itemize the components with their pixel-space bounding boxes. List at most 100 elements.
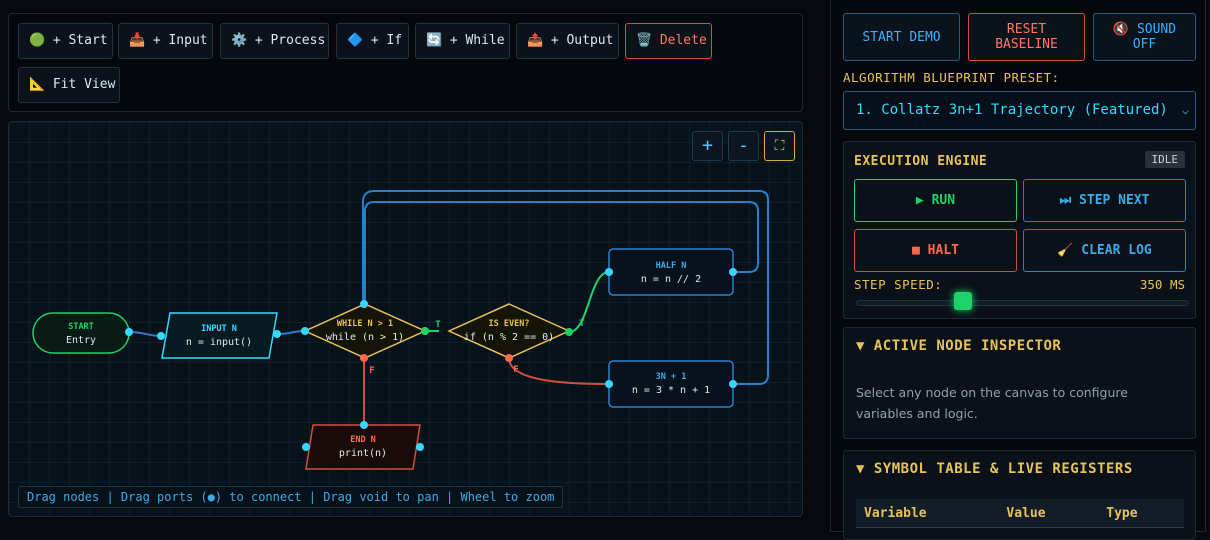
execution-engine-panel: EXECUTION ENGINE IDLE ▶ RUN ⏭ STEP NEXT …	[843, 141, 1196, 319]
inbox-tray-icon: 📥	[129, 33, 146, 48]
reset-baseline-label: RESET BASELINE	[995, 22, 1058, 52]
node-half-title: HALF N	[656, 261, 687, 271]
node-end[interactable]	[305, 424, 421, 470]
node-start[interactable]	[32, 312, 130, 354]
node-half[interactable]	[608, 248, 734, 296]
fit-view-label: Fit View	[52, 77, 116, 92]
node-while[interactable]	[303, 303, 427, 359]
node-if-title: IS EVEN?	[489, 319, 530, 329]
node-start-title: START	[68, 322, 94, 332]
edge-label-while-false: F	[369, 366, 374, 376]
edge-if-half	[568, 271, 610, 333]
port-end-right[interactable]	[416, 443, 424, 451]
edge-input-while	[276, 330, 305, 335]
step-speed-label: STEP SPEED:	[854, 277, 943, 292]
port-input-out[interactable]	[273, 330, 281, 338]
edge-label-if-true: T	[579, 319, 585, 329]
add-process-button[interactable]: ⚙️ + Process	[220, 23, 329, 59]
node-triple-title: 3N + 1	[656, 372, 687, 382]
port-start-out[interactable]	[125, 328, 133, 336]
port-if-in[interactable]	[421, 327, 429, 335]
port-while-false[interactable]	[360, 354, 368, 362]
flow-graph: START Entry INPUT N n = input() WHILE N …	[32, 190, 769, 470]
start-demo-button[interactable]: START DEMO	[843, 13, 960, 61]
zoom-in-button[interactable]: +	[692, 131, 723, 161]
delete-label: Delete	[659, 33, 707, 48]
port-end-in[interactable]	[360, 421, 368, 429]
engine-title: EXECUTION ENGINE	[854, 154, 988, 169]
trash-icon: 🗑️	[636, 33, 653, 48]
inspector-title[interactable]: ▼ ACTIVE NODE INSPECTOR	[856, 338, 1209, 354]
zoom-out-button[interactable]: -	[728, 131, 759, 161]
add-if-label: + If	[370, 33, 403, 48]
triangle-ruler-icon: 📐	[29, 77, 46, 92]
node-if-code: if (n % 2 == 0)	[464, 332, 554, 343]
reset-baseline-button[interactable]: RESET BASELINE	[968, 13, 1085, 61]
edge-label-if-false: F	[513, 365, 518, 375]
port-end-left[interactable]	[302, 443, 310, 451]
outbox-tray-icon: 📤	[527, 33, 544, 48]
port-while-in[interactable]	[301, 327, 309, 335]
halt-button[interactable]: ■ HALT	[854, 229, 1017, 272]
add-start-label: + Start	[52, 33, 108, 48]
port-triple-out[interactable]	[729, 380, 737, 388]
symbol-table: Variable Value Type	[856, 499, 1184, 528]
node-while-code: while (n > 1)	[326, 332, 404, 343]
add-output-label: + Output	[550, 33, 614, 48]
speed-slider-thumb[interactable]	[954, 292, 972, 310]
blue-diamond-icon: 🔷	[347, 33, 364, 48]
node-input-title: INPUT N	[201, 324, 237, 334]
preset-value: 1. Collatz 3n+1 Trajectory (Featured)	[856, 102, 1168, 118]
status-badge: IDLE	[1144, 151, 1185, 168]
start-demo-label: START DEMO	[862, 29, 941, 45]
run-button[interactable]: ▶ RUN	[854, 179, 1017, 222]
add-input-button[interactable]: 📥 + Input	[118, 23, 213, 59]
chevron-down-icon: ⌵	[1181, 103, 1189, 117]
add-output-button[interactable]: 📤 + Output	[516, 23, 619, 59]
port-triple-in[interactable]	[605, 380, 613, 388]
node-input-code: n = input()	[186, 337, 252, 348]
symbol-table-title[interactable]: ▼ SYMBOL TABLE & LIVE REGISTERS	[856, 461, 1209, 477]
edge-if-triple	[508, 357, 610, 385]
node-end-code: print(n)	[339, 448, 387, 459]
node-input[interactable]	[161, 312, 278, 359]
edge-label-while-true: T	[435, 320, 441, 330]
step-next-button[interactable]: ⏭ STEP NEXT	[1023, 179, 1186, 222]
preset-select[interactable]: 1. Collatz 3n+1 Trajectory (Featured) ⌵	[843, 91, 1196, 130]
edge-start-input	[128, 331, 162, 337]
delete-button[interactable]: 🗑️ Delete	[625, 23, 712, 59]
port-if-true[interactable]	[565, 328, 573, 336]
node-while-title: WHILE N > 1	[337, 319, 393, 329]
node-triple[interactable]	[608, 360, 734, 408]
add-process-label: + Process	[254, 33, 326, 48]
port-half-out[interactable]	[729, 268, 737, 276]
fullscreen-icon[interactable]: ⛶	[764, 131, 795, 161]
port-input-in[interactable]	[157, 332, 165, 340]
port-while-loop-in[interactable]	[360, 300, 368, 308]
node-toolbar: 🟢 + Start 📥 + Input ⚙️ + Process 🔷 + If …	[8, 13, 803, 112]
gear-icon: ⚙️	[231, 33, 248, 48]
loop-arrows-icon: 🔄	[426, 33, 443, 48]
node-triple-code: n = 3 * n + 1	[632, 385, 710, 396]
col-value: Value	[998, 499, 1099, 528]
speed-slider-track[interactable]	[856, 300, 1189, 306]
green-circle-icon: 🟢	[29, 33, 46, 48]
flow-canvas[interactable]: START Entry INPUT N n = input() WHILE N …	[8, 121, 803, 517]
node-start-code: Entry	[66, 335, 96, 346]
symbol-table-panel: ▼ SYMBOL TABLE & LIVE REGISTERS Variable…	[843, 450, 1196, 540]
sound-toggle-button[interactable]: 🔇 SOUND OFF	[1093, 13, 1196, 61]
port-half-in[interactable]	[605, 268, 613, 276]
canvas-hint: Drag nodes | Drag ports (●) to connect |…	[18, 486, 564, 508]
inspector-placeholder: Select any node on the canvas to configu…	[856, 385, 1128, 421]
node-if[interactable]	[447, 303, 571, 359]
clear-log-button[interactable]: 🧹 CLEAR LOG	[1023, 229, 1186, 272]
col-type: Type	[1098, 499, 1184, 528]
add-start-button[interactable]: 🟢 + Start	[18, 23, 113, 59]
add-while-label: + While	[449, 33, 505, 48]
add-if-button[interactable]: 🔷 + If	[336, 23, 409, 59]
port-if-false[interactable]	[505, 354, 513, 362]
step-speed-value: 350 MS	[1139, 277, 1185, 292]
add-while-button[interactable]: 🔄 + While	[415, 23, 510, 59]
fit-view-button[interactable]: 📐 Fit View	[18, 67, 120, 103]
col-variable: Variable	[856, 499, 999, 528]
